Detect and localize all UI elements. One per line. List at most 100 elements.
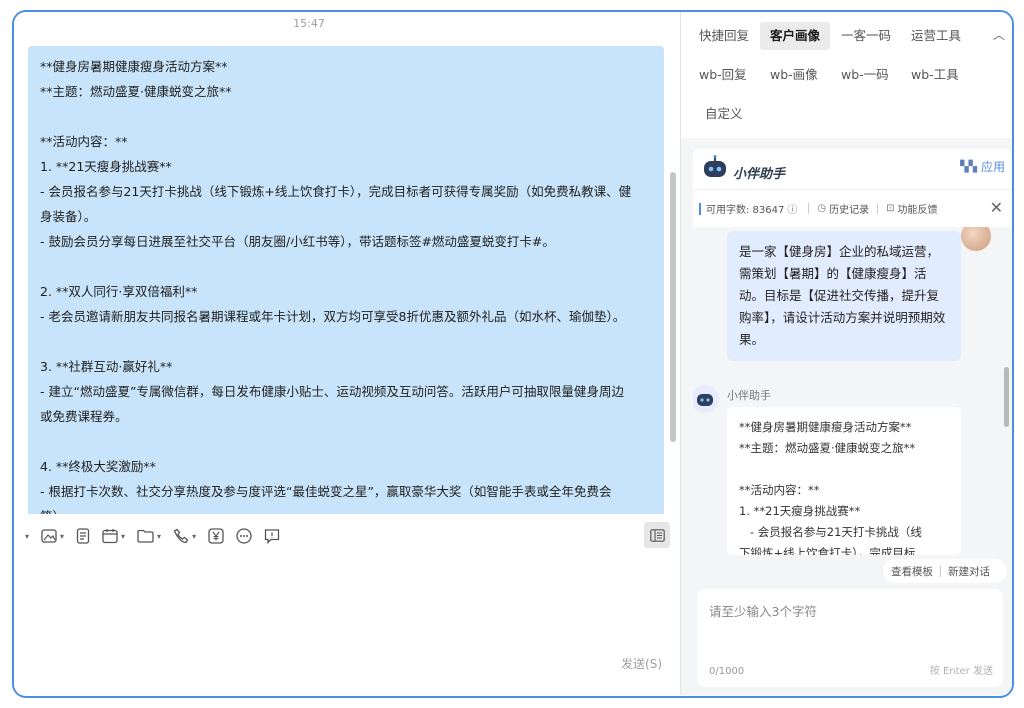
caret-down-icon: ▾ — [157, 531, 162, 541]
caret-down-icon: ▾ — [60, 531, 65, 541]
sidebar-toggle-button[interactable] — [644, 522, 670, 548]
caret-down-icon: ▾ — [25, 531, 30, 541]
tab-wb-code[interactable]: wb-一码 — [831, 61, 899, 89]
bot-name: 小伴助手 — [727, 389, 771, 402]
chat-pane: 15:47 **健身房暑期健康瘦身活动方案** **主题：燃动盛夏·健康蜕变之旅*… — [14, 12, 680, 695]
tab-one-customer-one-code[interactable]: 一客一码 — [831, 22, 901, 50]
apps-label: 应用 — [980, 160, 1005, 174]
document-button[interactable] — [76, 528, 90, 544]
collapse-chevron-icon[interactable]: ︿ — [993, 26, 1005, 43]
compose-input[interactable]: 发送(S) — [14, 552, 676, 682]
folder-button[interactable]: ▾ — [137, 529, 161, 543]
bot-avatar — [693, 385, 719, 413]
document-icon — [76, 528, 90, 544]
send-button[interactable]: 发送(S) — [621, 655, 662, 672]
apps-button[interactable]: ▚▚ 应用 — [960, 158, 1005, 175]
image-icon — [41, 529, 57, 543]
view-template-link[interactable]: 查看模板 — [891, 564, 933, 579]
calendar-icon — [102, 529, 118, 544]
history-link[interactable]: 历史记录 — [829, 201, 869, 216]
comment-button[interactable] — [264, 528, 280, 544]
message-bubble: **健身房暑期健康瘦身活动方案** **主题：燃动盛夏·健康蜕变之旅** **活动内… — [28, 46, 664, 514]
message-line — [40, 329, 654, 354]
message-line: 4. **终极大奖激励** — [40, 459, 156, 474]
feedback-icon: ⊡ — [886, 203, 895, 214]
robot-logo-icon — [701, 155, 731, 185]
panel-icon — [649, 528, 665, 542]
app-window: 15:47 **健身房暑期健康瘦身活动方案** **主题：燃动盛夏·健康蜕变之旅*… — [12, 10, 1014, 698]
tab-wb-profile[interactable]: wb-画像 — [760, 61, 828, 89]
assistant-scrollbar[interactable] — [1004, 367, 1009, 427]
payment-button[interactable] — [208, 528, 224, 544]
tab-wb-tools[interactable]: wb-工具 — [901, 61, 969, 89]
grid-icon: ▚▚ — [960, 160, 977, 173]
caret-down-icon: ▾ — [192, 531, 197, 541]
info-icon: ⓘ — [787, 205, 798, 216]
message-scroll-area[interactable]: **健身房暑期健康瘦身活动方案** **主题：燃动盛夏·健康蜕变之旅** **活动内… — [28, 46, 666, 514]
message-line: 或免费课程券。 — [40, 409, 128, 424]
message-line: 下锻炼+线上饮食打卡），完成目标 — [739, 546, 916, 555]
image-button[interactable]: ▾ — [41, 529, 64, 543]
new-chat-link[interactable]: 新建对话 — [948, 564, 990, 579]
side-tabs: 快捷回复 客户画像 一客一码 运营工具 ︿ wb-回复 wb-画像 wb-一码 … — [681, 12, 1012, 138]
user-message-bubble: 是一家【健身房】企业的私域运营，需策划【暑期】的【健康瘦身】活动。目标是【促进社… — [727, 231, 961, 361]
yuan-icon — [208, 528, 224, 544]
message-line — [739, 459, 949, 480]
robot-icon — [697, 394, 713, 406]
divider — [808, 203, 810, 214]
folder-icon — [137, 529, 154, 543]
message-line — [40, 254, 654, 279]
accent-bar — [699, 202, 701, 215]
phone-icon — [173, 528, 189, 544]
available-chars: 可用字数: 83647 — [706, 205, 785, 216]
emoji-dropdown[interactable]: ▾ — [22, 532, 29, 541]
message-line: 1. **21天瘦身挑战赛** — [739, 504, 861, 518]
comment-icon — [264, 529, 280, 544]
message-line: - 会员报名参与21天打卡挑战（线 — [739, 525, 922, 539]
compose-toolbar: ▾ ▾ ▾ ▾ ▾ — [14, 522, 676, 550]
calendar-button[interactable]: ▾ — [102, 528, 125, 544]
assistant-conversation[interactable]: 是一家【健身房】企业的私域运营，需策划【暑期】的【健康瘦身】活动。目标是【促进社… — [693, 227, 1011, 555]
message-line: - 建立“燃动盛夏”专属微信群，每日发布健康小贴士、运动视频及互动问答。活跃用户… — [40, 384, 624, 399]
tab-quick-reply[interactable]: 快捷回复 — [689, 22, 759, 50]
message-line: - 鼓励会员分享每日进展至社交平台（朋友圈/小红书等），带话题标签#燃动盛夏蜕变… — [40, 234, 555, 249]
message-line: **主题：燃动盛夏·健康蜕变之旅** — [739, 441, 916, 455]
message-line: 身装备）。 — [40, 209, 97, 224]
assistant-input[interactable]: 请至少输入3个字符 0/1000 按 Enter 发送 — [697, 589, 1003, 687]
assistant-infobar: 可用字数: 83647 ⓘ ◷ 历史记录 ⊡ 功能反馈 ✕ — [693, 189, 1011, 227]
history-icon: ◷ — [817, 203, 827, 214]
assistant-name: 小伴助手 — [733, 167, 786, 182]
message-line: - 会员报名参与21天打卡挑战（线下锻炼+线上饮食打卡），完成目标者可获得专属奖… — [40, 184, 632, 199]
message-line: - 老会员邀请新朋友共同报名暑期课程或年卡计划，双方均可享受8折优惠及额外礼品（… — [40, 309, 626, 324]
message-line: **主题：燃动盛夏·健康蜕变之旅** — [40, 84, 232, 99]
user-avatar — [961, 227, 991, 251]
divider — [877, 203, 879, 214]
call-button[interactable]: ▾ — [173, 528, 196, 544]
message-line: **健身房暑期健康瘦身活动方案** — [739, 420, 912, 434]
enter-hint: 按 Enter 发送 — [929, 666, 993, 677]
feedback-link[interactable]: 功能反馈 — [897, 201, 937, 216]
caret-down-icon: ▾ — [121, 531, 126, 541]
tab-operation-tools[interactable]: 运营工具 — [901, 22, 971, 50]
char-count: 0/1000 — [709, 666, 745, 677]
message-line: 1. **21天瘦身挑战赛** — [40, 159, 172, 174]
more-icon — [236, 528, 252, 544]
bot-message-bubble: **健身房暑期健康瘦身活动方案** **主题：燃动盛夏·健康蜕变之旅** **活动内… — [727, 407, 961, 555]
divider — [940, 565, 941, 577]
assistant-header: 小伴助手 ▚▚ 应用 — [693, 149, 1011, 189]
message-line: **活动内容：** — [739, 483, 820, 497]
chat-scrollbar[interactable] — [670, 172, 676, 442]
message-line: 3. **社群互动·赢好礼** — [40, 359, 173, 374]
more-button[interactable] — [236, 528, 252, 544]
message-line: - 根据打卡次数、社交分享热度及参与度评选“最佳蜕变之星”，赢取豪华大奖（如智能… — [40, 484, 612, 499]
assistant-panel: 小伴助手 ▚▚ 应用 可用字数: 83647 ⓘ ◷ 历史记录 ⊡ 功能反馈 ✕ … — [693, 149, 1011, 696]
message-line — [40, 104, 654, 129]
tab-custom[interactable]: 自定义 — [695, 100, 753, 128]
tab-customer-profile[interactable]: 客户画像 — [760, 22, 831, 50]
message-line: 2. **双人同行·享双倍福利** — [40, 284, 198, 299]
close-icon[interactable]: ✕ — [990, 198, 1003, 217]
assistant-actions: 查看模板 新建对话 — [883, 559, 1007, 583]
message-line — [40, 429, 654, 454]
tab-wb-reply[interactable]: wb-回复 — [689, 61, 757, 89]
message-line: **健身房暑期健康瘦身活动方案** — [40, 59, 228, 74]
